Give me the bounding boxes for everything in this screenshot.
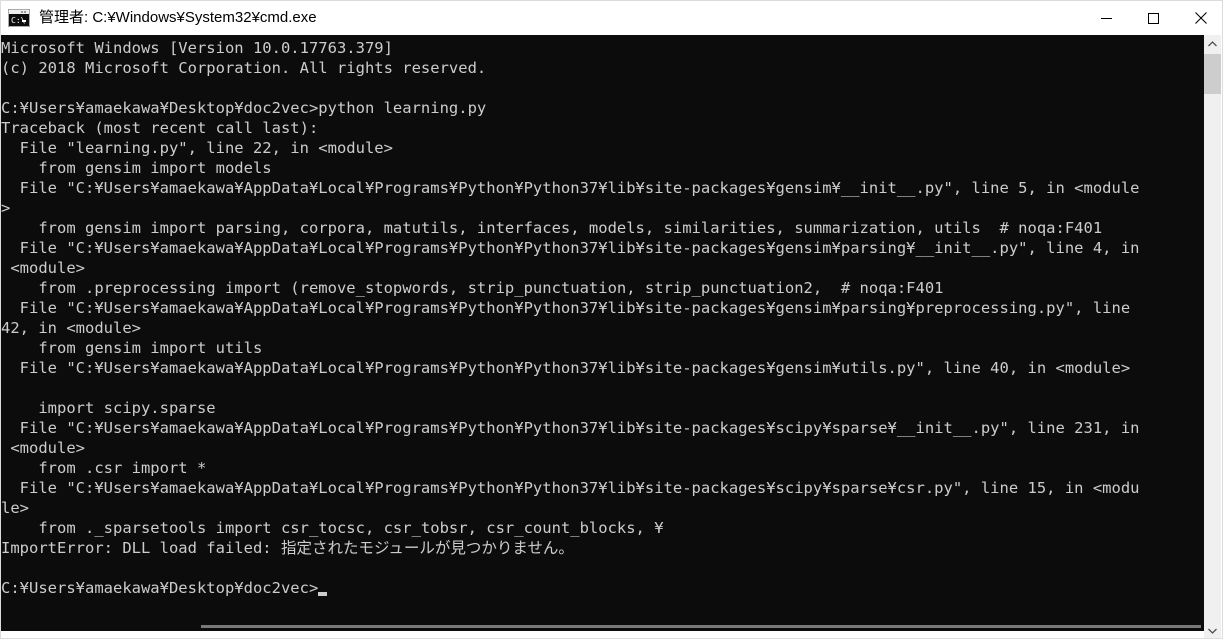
- horizontal-scrollbar-thumb[interactable]: [201, 625, 1201, 628]
- maximize-icon: [1148, 12, 1159, 24]
- title-bar[interactable]: C:\ 管理者: C:¥Windows¥System32¥cmd.exe: [1, 1, 1222, 35]
- maximize-button[interactable]: [1130, 1, 1177, 35]
- text-cursor: [317, 592, 327, 596]
- cmd-window: C:\ 管理者: C:¥Windows¥System32¥cmd.exe Mic…: [0, 0, 1223, 639]
- minimize-icon: [1101, 17, 1112, 19]
- vertical-scrollbar-track[interactable]: [1204, 52, 1221, 622]
- vertical-scrollbar[interactable]: [1204, 35, 1221, 638]
- vertical-scrollbar-thumb[interactable]: [1204, 54, 1221, 94]
- scroll-down-icon[interactable]: [1204, 622, 1221, 638]
- minimize-button[interactable]: [1083, 1, 1130, 35]
- console-output-area[interactable]: Microsoft Windows [Version 10.0.17763.37…: [1, 35, 1206, 631]
- cmd-console-icon[interactable]: C:\: [7, 8, 31, 28]
- window-title: 管理者: C:¥Windows¥System32¥cmd.exe: [39, 9, 317, 26]
- console-text: Microsoft Windows [Version 10.0.17763.37…: [1, 39, 1140, 597]
- horizontal-scrollbar[interactable]: [1, 623, 1206, 631]
- scroll-up-icon[interactable]: [1204, 35, 1221, 52]
- close-icon: [1194, 12, 1207, 24]
- close-button[interactable]: [1177, 1, 1222, 35]
